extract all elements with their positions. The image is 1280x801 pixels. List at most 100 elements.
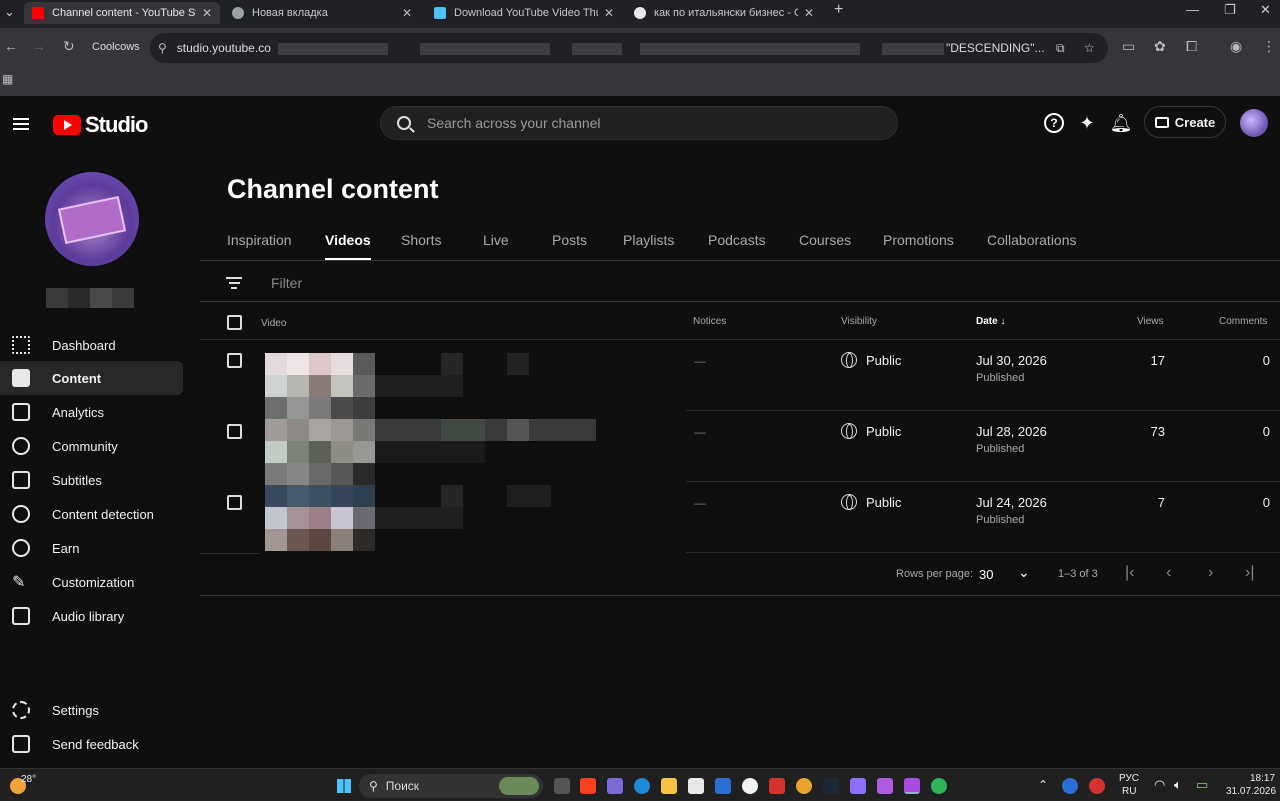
app-icon[interactable]: [850, 778, 866, 794]
new-tab-icon[interactable]: +: [834, 1, 843, 19]
close-tab-icon[interactable]: ✕: [804, 6, 814, 20]
sidebar-item-community[interactable]: Community: [0, 429, 200, 463]
file-explorer-icon[interactable]: [661, 778, 677, 794]
visibility-cell[interactable]: Public: [841, 494, 901, 510]
browser-tab-4[interactable]: как по итальянски бизнес - Go ✕: [626, 2, 822, 24]
close-window-icon[interactable]: ✕: [1260, 2, 1271, 18]
sidebar-item-analytics[interactable]: Analytics: [0, 395, 200, 429]
tab-posts[interactable]: Posts: [552, 232, 587, 248]
cast-icon[interactable]: ▭: [1122, 38, 1135, 55]
puzzle-icon[interactable]: ⧠: [1186, 38, 1197, 55]
tab-live[interactable]: Live: [483, 232, 509, 248]
row-checkbox[interactable]: [227, 353, 242, 368]
bookmark-star-icon[interactable]: ☆: [1084, 41, 1095, 55]
app-icon[interactable]: [877, 778, 893, 794]
steam-icon[interactable]: [823, 778, 839, 794]
column-header-date[interactable]: Date ↓: [976, 316, 1005, 327]
volume-muted-icon[interactable]: 🔈︎: [1174, 777, 1182, 793]
yandex-icon[interactable]: [580, 778, 596, 794]
hamburger-menu-icon[interactable]: [13, 118, 29, 130]
row-checkbox[interactable]: [227, 495, 242, 510]
yandex-browser-icon[interactable]: [742, 778, 758, 794]
restore-icon[interactable]: ❐: [1224, 2, 1236, 18]
chevron-down-icon[interactable]: ⌄: [1018, 564, 1030, 581]
rows-per-page-select[interactable]: 30: [979, 567, 993, 582]
previous-page-icon[interactable]: ‹: [1166, 564, 1171, 582]
chrome-icon[interactable]: [931, 778, 947, 794]
battery-icon[interactable]: ▭: [1196, 777, 1208, 793]
notifications-bell-icon[interactable]: 🔔︎: [1110, 112, 1133, 134]
back-icon[interactable]: ←: [4, 38, 18, 54]
browser-tab-2[interactable]: Новая вкладка ✕: [224, 2, 420, 24]
extension-icon[interactable]: ✿: [1154, 38, 1166, 55]
next-page-icon[interactable]: ›: [1208, 564, 1213, 582]
last-page-icon[interactable]: ›|: [1245, 564, 1254, 582]
first-page-icon[interactable]: |‹: [1125, 564, 1134, 582]
tab-playlists[interactable]: Playlists: [623, 232, 674, 248]
store-icon[interactable]: [688, 778, 704, 794]
browser-tab-3[interactable]: Download YouTube Video Thum ✕: [426, 2, 622, 24]
tab-search-icon[interactable]: ⌄: [4, 4, 15, 20]
apps-icon[interactable]: ▦: [2, 72, 13, 86]
visibility-cell[interactable]: Public: [841, 423, 901, 439]
reload-icon[interactable]: ↻: [63, 38, 75, 55]
sidebar-item-earn[interactable]: Earn: [0, 531, 200, 565]
sidebar-item-customization[interactable]: ✎ Customization: [0, 565, 200, 599]
clock-date[interactable]: 31.07.2026: [1226, 786, 1276, 797]
select-all-checkbox[interactable]: [227, 315, 242, 330]
filter-icon[interactable]: [226, 277, 242, 289]
tray-app-icon[interactable]: [1062, 778, 1078, 794]
sidebar-item-audio-library[interactable]: Audio library: [0, 599, 200, 633]
wifi-icon[interactable]: ◠: [1154, 777, 1165, 793]
tray-app-icon[interactable]: [1089, 778, 1105, 794]
minimize-icon[interactable]: —: [1186, 2, 1199, 17]
task-view-icon[interactable]: [554, 778, 570, 794]
sidebar-item-settings[interactable]: Settings: [0, 693, 200, 727]
sidebar-item-subtitles[interactable]: Subtitles: [0, 463, 200, 497]
sidebar-item-dashboard[interactable]: Dashboard: [0, 328, 200, 362]
channel-search-bar[interactable]: Search across your channel: [380, 106, 898, 140]
windows-start-icon[interactable]: [337, 779, 351, 793]
tab-inspiration[interactable]: Inspiration: [227, 232, 292, 248]
account-icon[interactable]: ◉: [1230, 38, 1242, 55]
app-icon[interactable]: [904, 778, 920, 794]
sidebar-item-content[interactable]: Content: [0, 361, 183, 395]
forward-icon[interactable]: →: [32, 38, 46, 54]
taskbar-search[interactable]: ⚲ Поиск: [359, 774, 543, 798]
table-row[interactable]: — Public Jul 24, 2026 Published 7 0: [200, 482, 1280, 553]
tab-courses[interactable]: Courses: [799, 232, 851, 248]
profile-label[interactable]: Coolcows: [92, 41, 140, 53]
channel-avatar[interactable]: [45, 172, 139, 266]
copilot-icon[interactable]: [607, 778, 623, 794]
mail-icon[interactable]: [715, 778, 731, 794]
menu-icon[interactable]: ⋮: [1262, 38, 1276, 55]
close-tab-icon[interactable]: ✕: [202, 6, 212, 20]
tab-podcasts[interactable]: Podcasts: [708, 232, 766, 248]
tab-promotions[interactable]: Promotions: [883, 232, 954, 248]
tab-shorts[interactable]: Shorts: [401, 232, 441, 248]
language-indicator[interactable]: РУС: [1119, 773, 1139, 784]
tab-videos[interactable]: Videos: [325, 232, 371, 260]
close-tab-icon[interactable]: ✕: [604, 6, 614, 20]
clock-time[interactable]: 18:17: [1250, 773, 1275, 784]
filter-input[interactable]: Filter: [271, 275, 302, 291]
table-row[interactable]: — Public Jul 30, 2026 Published 17 0: [200, 340, 1280, 411]
help-icon[interactable]: ?: [1043, 112, 1065, 134]
account-avatar[interactable]: [1240, 109, 1268, 137]
visibility-cell[interactable]: Public: [841, 352, 901, 368]
sidebar-item-send-feedback[interactable]: Send feedback: [0, 727, 200, 761]
chevron-up-icon[interactable]: ⌃: [1038, 778, 1048, 792]
browser-tab-1[interactable]: Channel content - YouTube Stu ✕: [24, 2, 220, 24]
filter-bar[interactable]: Filter: [200, 262, 1280, 302]
row-checkbox[interactable]: [227, 424, 242, 439]
tab-collaborations[interactable]: Collaborations: [987, 232, 1077, 248]
edge-icon[interactable]: [634, 778, 650, 794]
create-button[interactable]: Create: [1144, 106, 1226, 138]
site-info-icon[interactable]: ⚲: [158, 41, 167, 55]
sparkle-icon[interactable]: ✦: [1076, 112, 1098, 134]
office-icon[interactable]: [769, 778, 785, 794]
table-row[interactable]: — Public Jul 28, 2026 Published 73 0: [200, 411, 1280, 482]
close-tab-icon[interactable]: ✕: [402, 6, 412, 20]
studio-logo[interactable]: Studio: [53, 112, 148, 138]
sidebar-item-content-detection[interactable]: Content detection: [0, 497, 200, 531]
